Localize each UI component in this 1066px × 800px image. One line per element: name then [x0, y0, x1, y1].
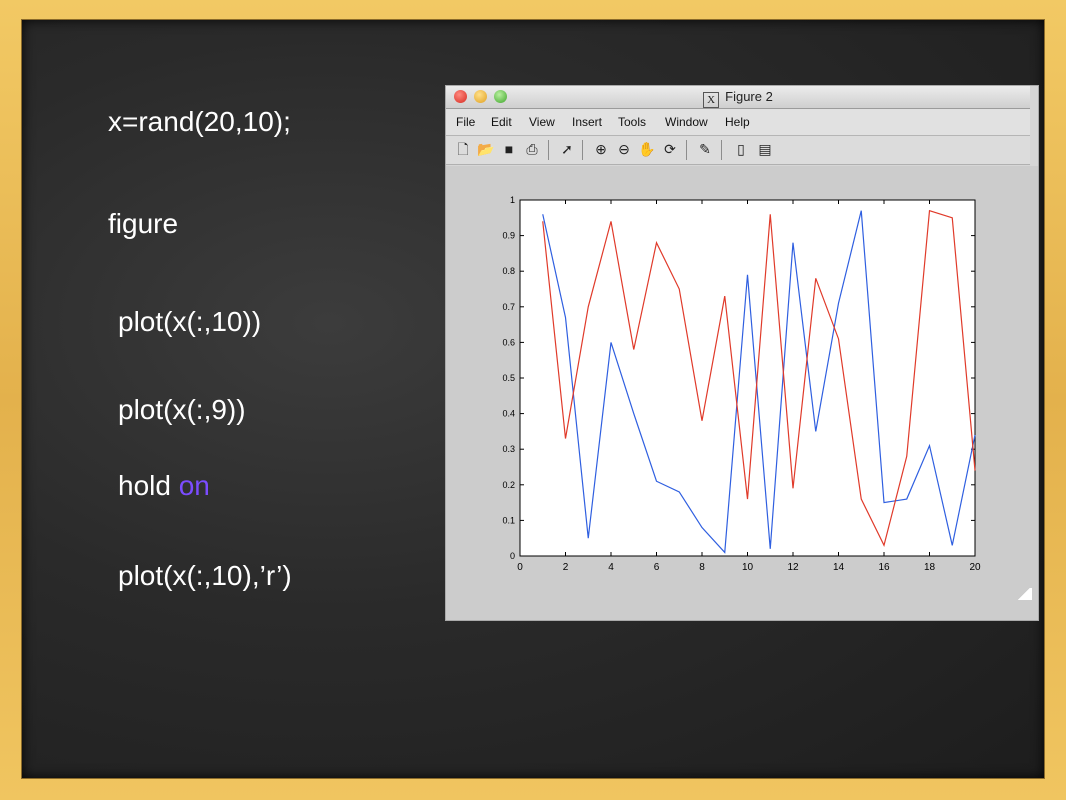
window-title: X Figure 2: [446, 89, 1030, 108]
menu-window[interactable]: Window: [665, 115, 708, 129]
code-line-plot-red: plot(x(:,10),’r’): [118, 560, 292, 591]
x-tick-label: 2: [563, 562, 569, 573]
menu-file[interactable]: File: [456, 115, 475, 129]
y-tick-label: 0.9: [502, 231, 515, 241]
title-bar[interactable]: X Figure 2: [446, 86, 1030, 109]
save-icon[interactable]: ■: [500, 140, 518, 158]
y-tick-label: 0.3: [502, 444, 515, 454]
legend-icon[interactable]: ▤: [756, 140, 774, 158]
y-tick-label: 0.5: [502, 373, 515, 383]
window-title-text: Figure 2: [725, 89, 773, 104]
y-tick-label: 1: [510, 195, 515, 205]
x-tick-label: 12: [787, 562, 799, 573]
menu-edit[interactable]: Edit: [491, 115, 512, 129]
x-tick-label: 8: [699, 562, 705, 573]
figure-window: X Figure 2 File Edit View Insert Tools Wi…: [446, 86, 1038, 620]
zoom-out-icon[interactable]: ⊖: [615, 140, 633, 158]
pointer-arrow-icon[interactable]: ➚: [558, 140, 576, 158]
toolbar-separator: [582, 140, 583, 160]
pan-hand-icon[interactable]: ✋: [638, 140, 656, 158]
code-line-hold-on: hold on: [118, 470, 210, 502]
data-cursor-icon[interactable]: ✎: [696, 140, 714, 158]
y-tick-label: 0: [510, 551, 515, 561]
x-tick-label: 10: [742, 562, 754, 573]
menu-insert[interactable]: Insert: [572, 115, 602, 129]
hold-text: hold: [118, 470, 179, 501]
toolbar: 🗋 📂 ■ ⎙ ➚ ⊕ ⊖ ✋ ⟳ ✎ ▯ ▤: [446, 136, 1030, 165]
open-folder-icon[interactable]: 📂: [477, 140, 495, 158]
colorbar-icon[interactable]: ▯: [732, 140, 750, 158]
code-line-plot-col9: plot(x(:,9)): [118, 394, 246, 425]
menu-tools[interactable]: Tools: [618, 115, 646, 129]
menu-view[interactable]: View: [529, 115, 555, 129]
y-tick-label: 0.8: [502, 266, 515, 276]
x-tick-label: 6: [654, 562, 660, 573]
y-tick-label: 0.2: [502, 480, 515, 490]
figure-canvas: 0 2 4 6 8 10 12 14 16 18 20 0 0.1 0.2 0.3 0.4 0.5 0.6 0.7 0…: [446, 166, 1038, 620]
y-tick-label: 0.6: [502, 337, 515, 347]
code-line-figure: figure: [108, 208, 179, 239]
y-tick-label: 0.4: [502, 409, 515, 419]
resize-grip[interactable]: [1018, 588, 1032, 600]
x-tick-label: 0: [517, 562, 523, 573]
x-tick-label: 16: [878, 562, 890, 573]
x-tick-label: 20: [969, 562, 981, 573]
on-keyword: on: [178, 470, 210, 501]
toolbar-separator: [548, 140, 549, 160]
menu-help[interactable]: Help: [725, 115, 750, 129]
rotate-3d-icon[interactable]: ⟳: [661, 140, 679, 158]
print-icon[interactable]: ⎙: [523, 140, 541, 158]
toolbar-separator: [686, 140, 687, 160]
code-line-rand: x=rand(20,10);: [108, 106, 291, 137]
plot-box: [519, 199, 976, 557]
new-file-icon[interactable]: 🗋: [454, 140, 472, 158]
x-tick-label: 18: [924, 562, 936, 573]
toolbar-separator: [721, 140, 722, 160]
menu-bar: File Edit View Insert Tools Window Help: [446, 109, 1030, 136]
zoom-in-icon[interactable]: ⊕: [592, 140, 610, 158]
x-tick-label: 4: [608, 562, 614, 573]
y-tick-label: 0.7: [502, 302, 515, 312]
x11-icon: X: [703, 92, 720, 108]
y-tick-label: 0.1: [502, 515, 515, 525]
code-line-plot-col10: plot(x(:,10)): [118, 306, 262, 337]
line-chart: 0 2 4 6 8 10 12 14 16 18 20 0 0.1 0.2 0.3 0.4 0.5 0.6 0.7 0…: [502, 195, 981, 573]
x-tick-label: 14: [833, 562, 845, 573]
